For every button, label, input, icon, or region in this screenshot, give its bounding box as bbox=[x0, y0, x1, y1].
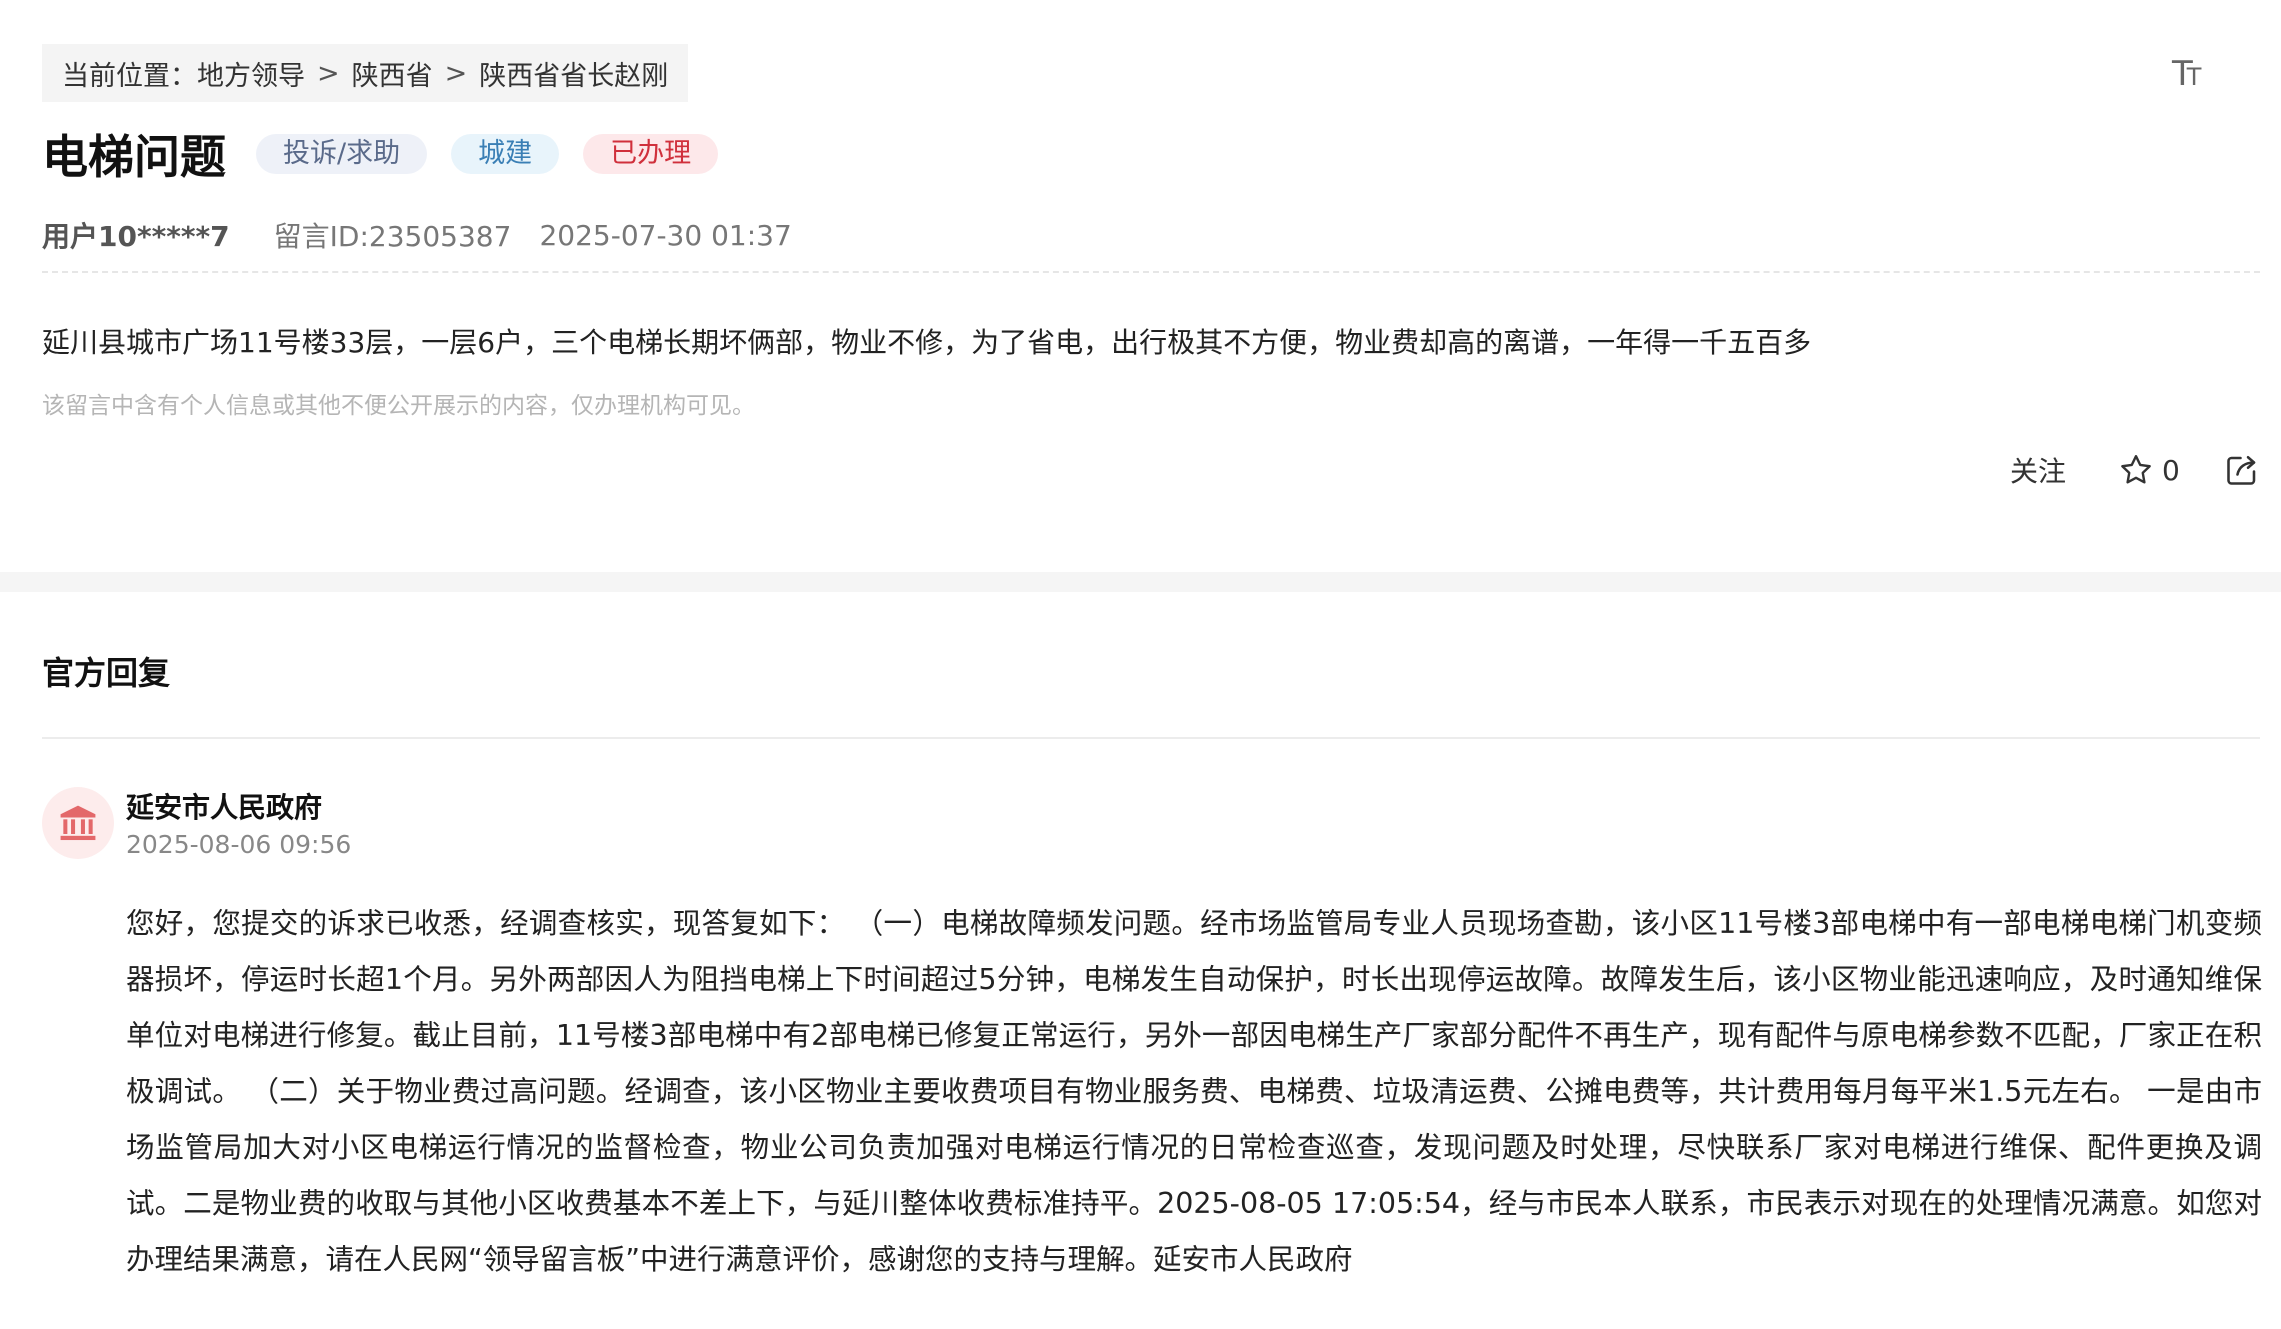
breadcrumb-separator: > bbox=[444, 57, 468, 89]
status-badge: 已办理 bbox=[583, 134, 719, 174]
breadcrumb-item-governor: 陕西省省长赵刚 bbox=[479, 60, 669, 92]
favorite-button[interactable]: 0 bbox=[2118, 448, 2180, 492]
tag-domain: 城建 bbox=[451, 134, 560, 174]
title-row: 电梯问题 投诉/求助 城建 已办理 bbox=[42, 124, 742, 184]
message-meta: 用户10*****7 留言ID:23505387 2025-07-30 01:3… bbox=[42, 214, 792, 256]
reply-time: 2025-08-06 09:56 bbox=[126, 830, 352, 859]
divider bbox=[42, 271, 2260, 273]
star-icon bbox=[2121, 455, 2151, 484]
star-count: 0 bbox=[2162, 453, 2180, 487]
privacy-note: 该留言中含有个人信息或其他不便公开展示的内容，仅办理机构可见。 bbox=[42, 393, 755, 419]
breadcrumb-item-province[interactable]: 陕西省 bbox=[352, 54, 433, 93]
message-id: 留言ID:23505387 bbox=[273, 220, 512, 253]
tag-type: 投诉/求助 bbox=[256, 134, 428, 174]
share-icon bbox=[2227, 455, 2256, 485]
breadcrumb-item-local-leaders[interactable]: 地方领导 bbox=[197, 54, 305, 93]
message-user: 用户10*****7 bbox=[42, 220, 230, 253]
government-building-icon bbox=[60, 805, 96, 841]
message-time: 2025-07-30 01:37 bbox=[539, 218, 792, 252]
reply-content: 您好，您提交的诉求已收悉，经调查核实，现答复如下： （一）电梯故障频发问题。经市… bbox=[126, 907, 2262, 1276]
avatar bbox=[42, 787, 114, 859]
follow-button[interactable]: 关注 bbox=[2010, 448, 2066, 492]
font-size-icon[interactable]: TT bbox=[2172, 54, 2218, 94]
reply-org-name: 延安市人民政府 bbox=[126, 791, 323, 824]
message-title: 电梯问题 bbox=[42, 130, 226, 184]
breadcrumb-separator: > bbox=[317, 57, 340, 89]
breadcrumb-prefix: 当前位置： bbox=[62, 60, 197, 92]
section-gap bbox=[0, 572, 2281, 592]
message-content: 延川县城市广场11号楼33层，一层6户，三个电梯长期坏俩部，物业不修，为了省电，… bbox=[42, 326, 1812, 359]
page: 当前位置： 地方领导 > 陕西省 > 陕西省省长赵刚 TT 电梯问题 投诉/求助… bbox=[0, 0, 2281, 1329]
reply-section-title: 官方回复 bbox=[42, 654, 171, 692]
follow-label: 关注 bbox=[2010, 455, 2067, 488]
divider bbox=[42, 737, 2260, 739]
share-button[interactable] bbox=[2224, 448, 2260, 492]
message-card: 当前位置： 地方领导 > 陕西省 > 陕西省省长赵刚 TT 电梯问题 投诉/求助… bbox=[0, 0, 2281, 572]
breadcrumb: 当前位置： 地方领导 > 陕西省 > 陕西省省长赵刚 bbox=[42, 44, 689, 102]
